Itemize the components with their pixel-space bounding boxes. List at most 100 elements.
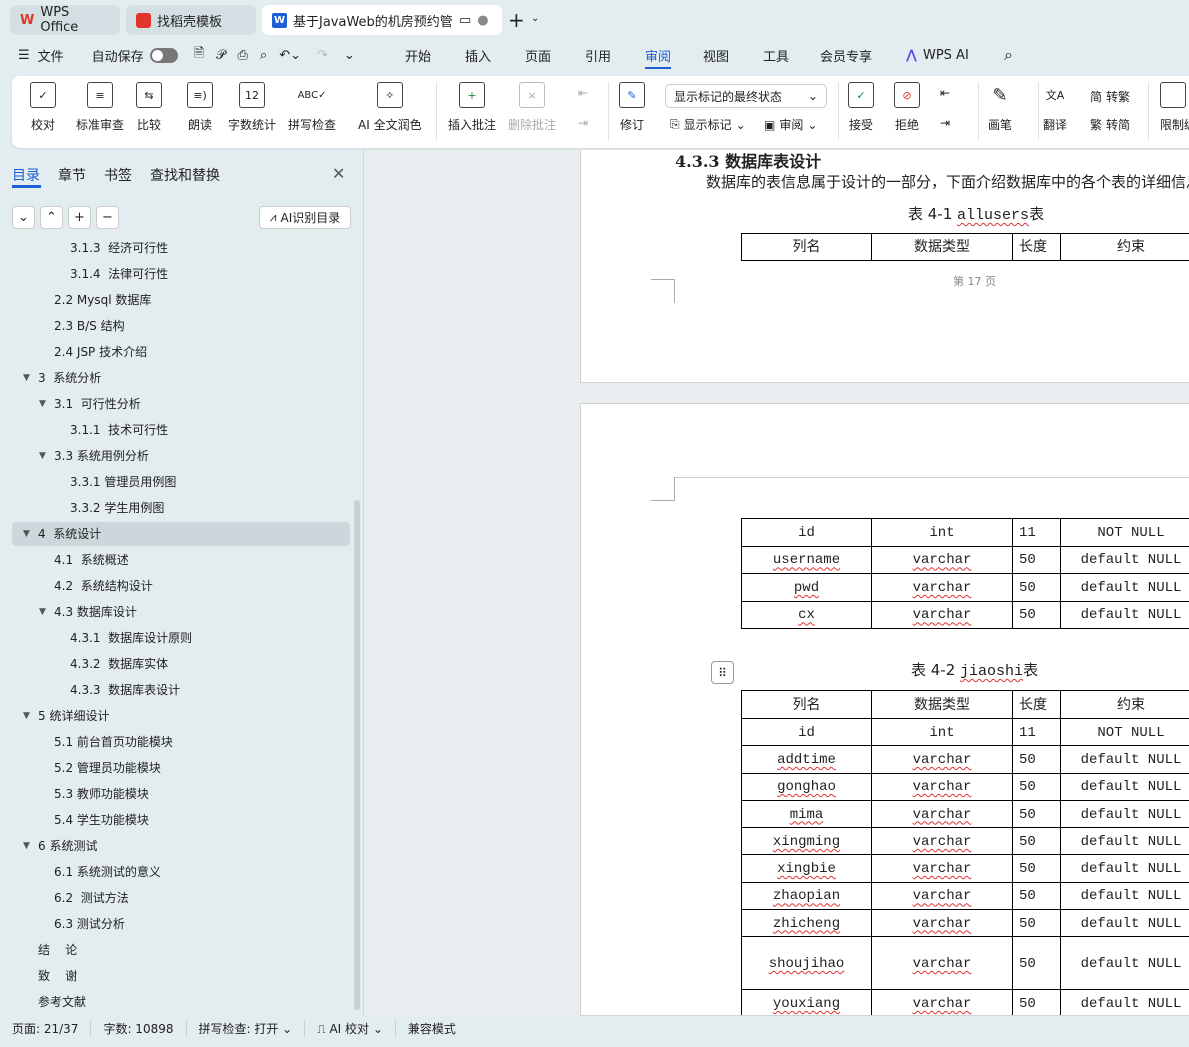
menu-tab[interactable]: 会员专享 xyxy=(820,46,872,65)
translate-button[interactable]: 文A 翻译 xyxy=(1042,82,1068,133)
toc-item[interactable]: 3.1.4 法律可行性 xyxy=(12,262,350,286)
panel-tab[interactable]: 目录 xyxy=(12,165,40,185)
menu-tab[interactable]: 审阅 xyxy=(645,46,672,69)
save-icon[interactable]: 🗎 xyxy=(194,44,204,66)
toc-item[interactable]: 5.4 学生功能模块 xyxy=(12,808,350,832)
more-chevron-icon[interactable]: ⌄ xyxy=(344,48,355,63)
tab-document[interactable]: W 基于JavaWeb的机房预约管理 ▭ ● xyxy=(262,5,502,35)
toc-item[interactable]: 6.2 测试方法 xyxy=(12,886,350,910)
toc-item[interactable]: ▼ 3.3 系统用例分析 xyxy=(12,444,350,468)
toc-item[interactable]: 3.1.3 经济可行性 xyxy=(12,242,350,260)
restrict-editing-button[interactable]: 限制编辑 xyxy=(1160,82,1189,133)
toc-item[interactable]: 4.3.3 数据库表设计 xyxy=(12,678,350,702)
ai-toc-button[interactable]: ⩘ AI识别目录 xyxy=(259,206,351,229)
expand-arrow-icon[interactable]: ▼ xyxy=(39,392,46,416)
menu-tab[interactable]: 工具 xyxy=(763,46,789,65)
menu-tab[interactable]: 页面 xyxy=(525,46,551,65)
show-markup-button[interactable]: ⎘ 显示标记 ⌄ xyxy=(670,116,746,133)
toc-item[interactable]: 5.3 教师功能模块 xyxy=(12,782,350,806)
toc-item[interactable]: 6.3 测试分析 xyxy=(12,912,350,936)
standard-review-button[interactable]: ≡ 标准审查 xyxy=(76,82,124,133)
prev-change-icon[interactable]: ⇤ xyxy=(940,86,950,100)
toc-item[interactable]: 结 论 xyxy=(12,938,350,962)
expand-arrow-icon[interactable]: ▼ xyxy=(23,522,30,546)
expand-arrow-icon[interactable]: ▼ xyxy=(39,444,46,468)
toc-item[interactable]: 2.4 JSP 技术介绍 xyxy=(12,340,350,364)
compare-button[interactable]: ⇆ 比较 xyxy=(136,82,162,133)
next-change-icon[interactable]: ⇥ xyxy=(940,116,950,130)
ai-polish-button[interactable]: ✧ AI 全文润色 xyxy=(358,82,422,133)
toc-item[interactable]: ▼ 3 系统分析 xyxy=(12,366,350,390)
search-icon[interactable]: ⌕ xyxy=(1004,40,1013,70)
hamburger-icon[interactable]: ☰ xyxy=(18,48,30,63)
toc-item[interactable]: 5.1 前台首页功能模块 xyxy=(12,730,350,754)
tab-wps-office[interactable]: W WPS Office xyxy=(10,5,120,35)
panel-tab[interactable]: 章节 xyxy=(58,165,86,185)
toc-item[interactable]: ▼ 4 系统设计 xyxy=(12,522,350,546)
ai-check-status[interactable]: ⎍ AI 校对 ⌄ xyxy=(305,1019,396,1037)
reject-button[interactable]: ⊘ 拒绝 xyxy=(894,82,920,133)
markup-display-select[interactable]: 显示标记的最终状态 ⌄ xyxy=(665,84,827,108)
to-traditional-button[interactable]: 简转繁 xyxy=(1090,88,1130,105)
panel-tab[interactable]: 查找和替换 xyxy=(150,165,220,185)
toc-item[interactable]: 4.1 系统概述 xyxy=(12,548,350,572)
chevron-down-icon[interactable]: ⌄ xyxy=(531,13,539,24)
toc-item[interactable]: ▼ 6 系统测试 xyxy=(12,834,350,858)
wps-ai-menu[interactable]: ⋀ WPS AI xyxy=(906,40,969,70)
menu-tab[interactable]: 插入 xyxy=(465,46,491,65)
accept-button[interactable]: ✓ 接受 xyxy=(848,82,874,133)
spell-check-status[interactable]: 拼写检查: 打开 ⌄ xyxy=(187,1019,306,1037)
toc-item[interactable]: 5.2 管理员功能模块 xyxy=(12,756,350,780)
menu-tab[interactable]: 开始 xyxy=(405,46,431,65)
spell-check-button[interactable]: ABC✓ 拼写检查 xyxy=(288,82,336,133)
expand-arrow-icon[interactable]: ▼ xyxy=(39,600,46,624)
toc-item[interactable]: ▼ 5 统详细设计 xyxy=(12,704,350,728)
delete-comment-button[interactable]: × 删除批注 xyxy=(508,82,556,133)
toc-item[interactable]: 4.3.1 数据库设计原则 xyxy=(12,626,350,650)
new-tab-icon[interactable]: + xyxy=(508,8,525,32)
menu-tab[interactable]: 视图 xyxy=(703,46,729,65)
next-comment-icon[interactable]: ⇥ xyxy=(578,116,588,130)
print-icon[interactable]: ⎙ xyxy=(238,48,248,63)
print-preview-icon[interactable]: ⌕ xyxy=(260,48,267,63)
close-icon[interactable]: ✕ xyxy=(332,164,345,183)
toc-item[interactable]: 2.3 B/S 结构 xyxy=(12,314,350,338)
brush-icon[interactable]: 𝒫 xyxy=(216,48,225,63)
toc-item[interactable]: 致 谢 xyxy=(12,964,350,988)
toc-item[interactable]: 3.3.2 学生用例图 xyxy=(12,496,350,520)
toc-item[interactable]: 6.1 系统测试的意义 xyxy=(12,860,350,884)
add-heading-button[interactable]: + xyxy=(68,206,91,229)
toc-item[interactable]: ▼ 3.1 可行性分析 xyxy=(12,392,350,416)
page-indicator[interactable]: 页面: 21/37 xyxy=(0,1019,92,1037)
word-count-button[interactable]: 12 字数统计 xyxy=(228,82,276,133)
toc-item[interactable]: ▼ 4.3 数据库设计 xyxy=(12,600,350,624)
toc-scrollbar[interactable] xyxy=(354,500,360,1010)
menu-file[interactable]: 文件 xyxy=(38,46,64,65)
autosave-toggle[interactable] xyxy=(149,47,178,63)
menu-tab[interactable]: 引用 xyxy=(585,46,611,65)
track-changes-button[interactable]: ✎ 修订 xyxy=(619,82,645,133)
move-up-button[interactable]: ⌃ xyxy=(40,206,63,229)
table-drag-handle-icon[interactable]: ⠿ xyxy=(711,661,734,684)
collapse-all-button[interactable]: ⌄ xyxy=(12,206,35,229)
insert-comment-button[interactable]: + 插入批注 xyxy=(448,82,496,133)
to-simplified-button[interactable]: 繁转简 xyxy=(1090,116,1130,133)
expand-arrow-icon[interactable]: ▼ xyxy=(23,834,30,858)
panel-tab[interactable]: 书签 xyxy=(104,165,132,185)
undo-icon[interactable]: ↶⌄ xyxy=(279,48,301,63)
word-count[interactable]: 字数: 10898 xyxy=(91,1019,187,1037)
remove-heading-button[interactable]: − xyxy=(96,206,119,229)
pen-button[interactable]: ✎ 画笔 xyxy=(987,82,1013,133)
read-aloud-button[interactable]: ≡) 朗读 xyxy=(187,82,213,133)
toc-item[interactable]: 4.3.2 数据库实体 xyxy=(12,652,350,676)
toc-item[interactable]: 4.2 系统结构设计 xyxy=(12,574,350,598)
toc-item[interactable]: 参考文献 xyxy=(12,990,350,1012)
review-pane-button[interactable]: ▣ 审阅 ⌄ xyxy=(764,116,817,133)
toc-item[interactable]: 3.1.1 技术可行性 xyxy=(12,418,350,442)
toc-item[interactable]: 3.3.1 管理员用例图 xyxy=(12,470,350,494)
tab-docer[interactable]: 找稻壳模板 xyxy=(126,5,256,35)
expand-arrow-icon[interactable]: ▼ xyxy=(23,366,30,390)
proofread-button[interactable]: ✓ 校对 xyxy=(30,82,56,133)
expand-arrow-icon[interactable]: ▼ xyxy=(23,704,30,728)
toc-item[interactable]: 2.2 Mysql 数据库 xyxy=(12,288,350,312)
